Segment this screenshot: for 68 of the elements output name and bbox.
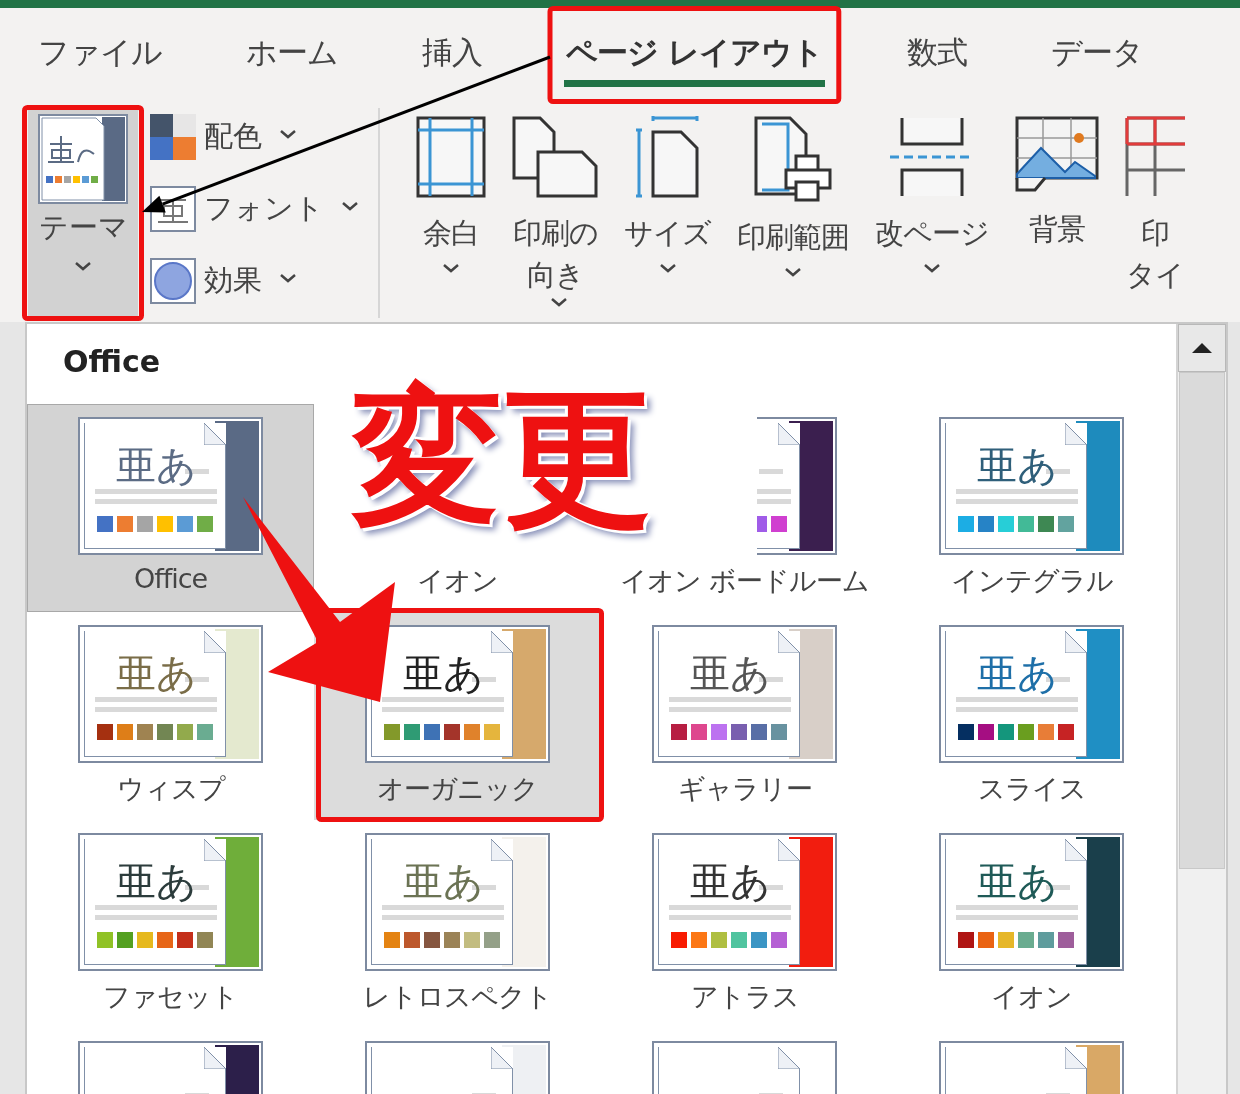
page-size-icon — [634, 116, 701, 198]
ribbon-tab[interactable]: ファイル — [36, 8, 164, 87]
theme-option[interactable]: 亜あ スライス — [888, 612, 1175, 820]
sample-text: 亜あ — [976, 441, 1058, 489]
ribbon-button[interactable]: サイズ — [618, 108, 717, 274]
theme-option[interactable]: 亜あ レトロスペクト — [314, 820, 601, 1028]
chevron-icon — [340, 200, 360, 212]
ribbon-tab[interactable]: 挿入 — [420, 8, 484, 87]
themes-button[interactable]: テーマ — [28, 108, 138, 318]
ribbon-button[interactable]: 印刷の 向き — [506, 108, 604, 314]
theme-option[interactable]: 亜あ ウィスプ — [27, 612, 314, 820]
page-corner-icon — [1065, 1047, 1087, 1069]
sample-text: 亜あ — [402, 857, 484, 905]
page-corner-icon — [204, 423, 226, 445]
theme-option[interactable]: 亜あ Office — [27, 404, 314, 612]
color-scheme-icon — [150, 114, 196, 160]
effects-icon — [150, 258, 196, 304]
chevron-icon — [278, 128, 298, 140]
ribbon-button[interactable]: 配色 — [150, 112, 378, 162]
page-corner-icon — [491, 631, 513, 653]
ribbon-tab[interactable]: ページ レイアウト — [564, 8, 825, 87]
ribbon-button[interactable]: 印 タイ — [1119, 108, 1191, 296]
sample-text: 亜あ — [115, 857, 197, 905]
chevron-icon — [73, 260, 93, 272]
page-corner-icon — [491, 839, 513, 861]
theme-option[interactable]: 亜あ アトラス — [601, 820, 888, 1028]
scrollbar[interactable] — [1176, 324, 1226, 1094]
theme-option[interactable]: 亜あ ギャラリー — [601, 612, 888, 820]
ribbon-button[interactable]: 余白 — [410, 108, 492, 274]
orientation-icon — [512, 116, 598, 198]
sample-text: 亜あ — [115, 649, 197, 697]
sample-text: 亜あ — [976, 857, 1058, 905]
chevron-icon — [278, 272, 298, 284]
page-corner-icon — [1065, 631, 1087, 653]
page-corner-icon — [1065, 423, 1087, 445]
page-corner-icon — [491, 1047, 513, 1069]
page-corner-icon — [204, 839, 226, 861]
page-corner-icon — [778, 631, 800, 653]
margins-icon — [416, 116, 486, 198]
ribbon-button[interactable]: フォント — [150, 184, 378, 234]
ribbon-tab[interactable]: 数式 — [904, 8, 969, 87]
theme-option[interactable]: 亜あ インテグラル — [888, 404, 1175, 612]
page-corner-icon — [204, 1047, 226, 1069]
sample-text: 亜あ — [115, 441, 197, 489]
ribbon-button[interactable]: 印刷範囲 — [731, 108, 855, 278]
background-image-icon — [1015, 116, 1099, 194]
print-titles-icon — [1125, 116, 1185, 198]
scroll-thumb[interactable] — [1179, 372, 1225, 869]
theme-option[interactable]: 亜あ イオン — [888, 820, 1175, 1028]
ribbon-tab[interactable]: ホーム — [244, 8, 340, 87]
page-corner-icon — [1065, 839, 1087, 861]
page-corner-icon — [778, 1047, 800, 1069]
sample-text: 亜あ — [689, 857, 771, 905]
ribbon-button[interactable]: 効果 — [150, 256, 378, 306]
print-area-icon — [754, 116, 832, 202]
sample-text: 亜あ — [976, 649, 1058, 697]
page-corner-icon — [778, 839, 800, 861]
ribbon-button[interactable]: 背景 — [1009, 108, 1105, 250]
theme-option[interactable]: 亜あ ファセット — [27, 820, 314, 1028]
page-corner-icon — [204, 631, 226, 653]
scroll-up-button[interactable] — [1178, 324, 1226, 372]
ribbon-tab[interactable]: データ — [1048, 8, 1145, 87]
sample-text: 亜あ — [689, 649, 771, 697]
ribbon-button[interactable]: 改ページ — [869, 108, 995, 274]
sample-text: 亜あ — [402, 649, 484, 697]
section-heading: Office — [62, 343, 162, 381]
up-arrow-icon — [1190, 341, 1214, 355]
theme-icon — [38, 114, 128, 204]
